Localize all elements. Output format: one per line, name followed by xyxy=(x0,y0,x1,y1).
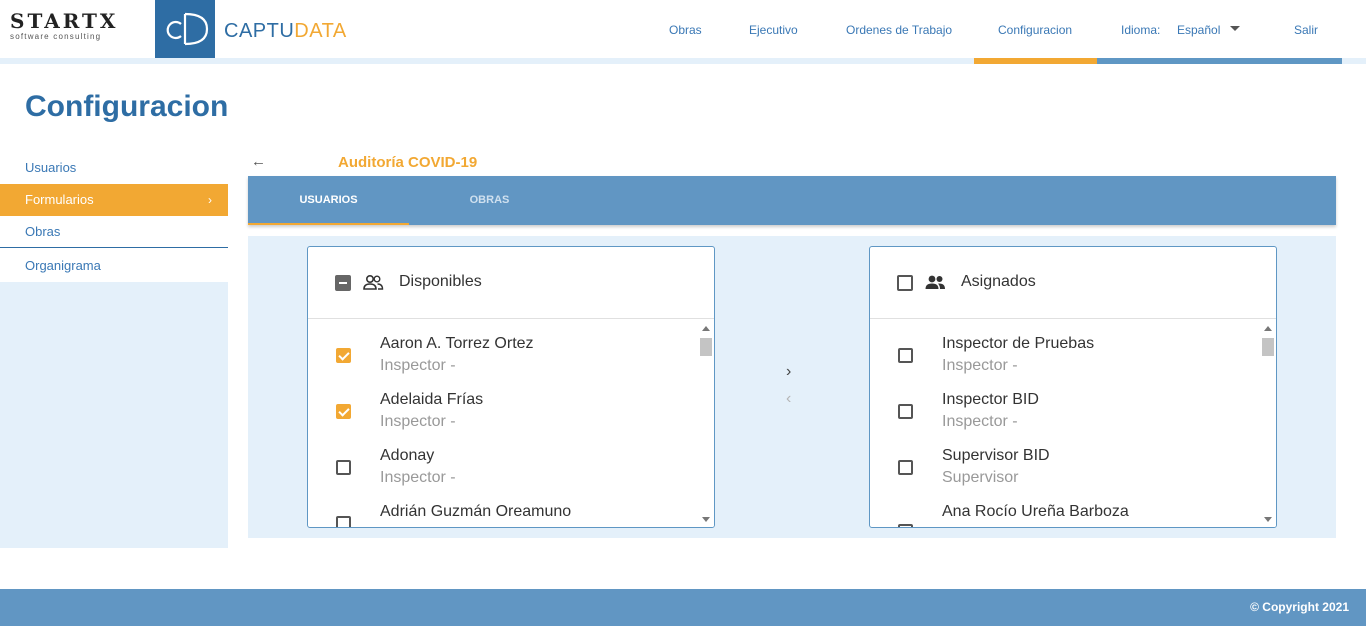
footer: © Copyright 2021 xyxy=(0,589,1366,626)
sidebar-item-obras[interactable]: Obras xyxy=(0,216,228,248)
asignados-title: Asignados xyxy=(961,273,1036,290)
sidebar-item-label: Organigrama xyxy=(25,258,101,273)
item-checkbox[interactable] xyxy=(336,404,351,419)
sidebar-background xyxy=(0,282,228,548)
list-item[interactable]: Supervisor BID Supervisor xyxy=(870,432,1276,488)
select-all-disponibles-checkbox[interactable] xyxy=(335,275,351,291)
item-role: Supervisor xyxy=(942,469,1019,486)
item-name: Adelaida Frías xyxy=(380,391,484,408)
copyright-text: © Copyright 2021 xyxy=(1250,600,1349,614)
list-item[interactable]: Adelaida Frías Inspector - xyxy=(308,376,714,432)
item-name: Aaron A. Torrez Ortez xyxy=(380,335,534,352)
list-item[interactable]: Adrián Guzmán Oreamuno xyxy=(308,488,714,527)
item-checkbox[interactable] xyxy=(898,404,913,419)
scroll-thumb[interactable] xyxy=(1262,338,1274,356)
scroll-up-icon[interactable] xyxy=(702,326,710,331)
startx-logo-text: STARTX xyxy=(10,9,119,33)
sidebar-item-organigrama[interactable]: Organigrama xyxy=(0,250,228,282)
sidebar-item-formularios[interactable]: Formularios › xyxy=(0,184,228,216)
sidebar-item-label: Usuarios xyxy=(25,160,77,175)
tab-usuarios[interactable]: USUARIOS xyxy=(248,176,409,225)
sidebar-item-label: Formularios xyxy=(25,192,94,207)
asignados-header: Asignados xyxy=(870,247,1276,319)
arrow-left-icon[interactable]: ← xyxy=(251,153,266,170)
item-checkbox[interactable] xyxy=(898,460,913,475)
item-role: Inspector - xyxy=(380,413,456,430)
item-name: Inspector BID xyxy=(942,391,1039,408)
startx-logo-tagline: software consulting xyxy=(10,32,102,41)
item-checkbox[interactable] xyxy=(898,524,913,527)
captudata-logo-text: CAPTUDATA xyxy=(224,20,347,43)
sidebar-divider xyxy=(0,247,228,248)
nav-stripe-blue xyxy=(1097,58,1342,64)
item-checkbox[interactable] xyxy=(336,348,351,363)
item-role: Inspector - xyxy=(942,357,1018,374)
captudata-logo-main: CAPTU xyxy=(224,20,295,42)
list-item[interactable]: Aaron A. Torrez Ortez Inspector - xyxy=(308,320,714,376)
scroll-up-icon[interactable] xyxy=(1264,326,1272,331)
people-filled-icon xyxy=(925,275,945,289)
asignados-panel: Asignados Inspector de Pruebas Inspector… xyxy=(869,246,1277,528)
nav-active-indicator xyxy=(974,58,1097,64)
item-checkbox[interactable] xyxy=(898,348,913,363)
people-outline-icon xyxy=(363,274,384,290)
disponibles-title: Disponibles xyxy=(399,273,482,290)
item-role: Inspector - xyxy=(380,357,456,374)
nav-configuracion[interactable]: Configuracion xyxy=(998,23,1072,37)
list-item[interactable]: Adonay Inspector - xyxy=(308,432,714,488)
disponibles-header: Disponibles xyxy=(308,247,714,319)
disponibles-list[interactable]: Aaron A. Torrez Ortez Inspector - Adelai… xyxy=(308,320,714,527)
chevron-right-icon: › xyxy=(208,193,212,207)
idioma-label: Idioma: xyxy=(1121,23,1161,37)
disponibles-panel: Disponibles Aaron A. Torrez Ortez Inspec… xyxy=(307,246,715,528)
move-left-button[interactable]: ‹ xyxy=(786,390,791,408)
item-name: Ana Rocío Ureña Barboza xyxy=(942,503,1129,520)
select-all-asignados-checkbox[interactable] xyxy=(897,275,913,291)
scroll-thumb[interactable] xyxy=(700,338,712,356)
captudata-logo-icon xyxy=(155,0,215,58)
chevron-down-icon[interactable] xyxy=(1230,26,1240,31)
asignados-scrollbar[interactable] xyxy=(1260,320,1276,527)
tab-obras[interactable]: OBRAS xyxy=(409,176,570,225)
item-checkbox[interactable] xyxy=(336,460,351,475)
tab-bar: USUARIOS OBRAS xyxy=(248,176,1336,225)
page-title: Configuracion xyxy=(25,90,229,123)
list-item[interactable]: Ana Rocío Ureña Barboza xyxy=(870,488,1276,527)
move-right-button[interactable]: › xyxy=(786,363,791,381)
nav-ordenes-de-trabajo[interactable]: Ordenes de Trabajo xyxy=(846,23,952,37)
sidebar-item-label: Obras xyxy=(25,224,61,239)
nav-obras[interactable]: Obras xyxy=(669,23,702,37)
item-role: Inspector - xyxy=(380,469,456,486)
scroll-down-icon[interactable] xyxy=(1264,517,1272,522)
item-checkbox[interactable] xyxy=(336,516,351,527)
form-title: Auditoría COVID-19 xyxy=(338,154,478,171)
scroll-down-icon[interactable] xyxy=(702,517,710,522)
list-item[interactable]: Inspector BID Inspector - xyxy=(870,376,1276,432)
asignados-list[interactable]: Inspector de Pruebas Inspector - Inspect… xyxy=(870,320,1276,527)
captudata-logo-accent: DATA xyxy=(294,20,347,42)
top-header: STARTX software consulting CAPTUDATA Obr… xyxy=(0,0,1366,58)
idioma-select[interactable]: Español xyxy=(1177,23,1220,37)
item-name: Adrián Guzmán Oreamuno xyxy=(380,503,572,520)
sidebar-item-usuarios[interactable]: Usuarios xyxy=(0,152,228,184)
nav-salir[interactable]: Salir xyxy=(1294,23,1318,37)
item-name: Supervisor BID xyxy=(942,447,1050,464)
item-role: Inspector - xyxy=(942,413,1018,430)
nav-ejecutivo[interactable]: Ejecutivo xyxy=(749,23,798,37)
item-name: Inspector de Pruebas xyxy=(942,335,1095,352)
item-name: Adonay xyxy=(380,447,435,464)
disponibles-scrollbar[interactable] xyxy=(698,320,714,527)
startx-logo: STARTX software consulting xyxy=(10,9,150,41)
list-item[interactable]: Inspector de Pruebas Inspector - xyxy=(870,320,1276,376)
